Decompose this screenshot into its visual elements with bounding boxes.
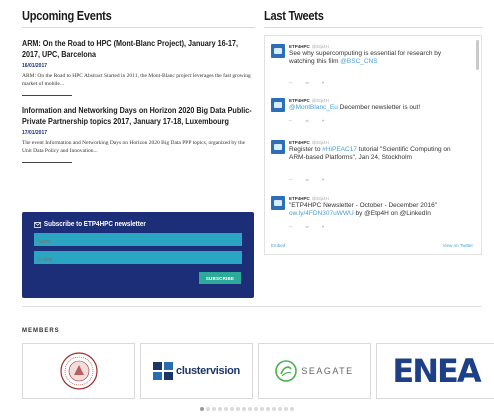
tweet-item[interactable]: ETP4HPC @Etp4H "ETP4HPC Newsletter - Octo… <box>271 196 467 242</box>
seagate-swirl-icon <box>275 360 298 382</box>
carousel-dot[interactable] <box>260 407 264 411</box>
event-title[interactable]: ARM: On the Road to HPC (Mont-Blanc Proj… <box>22 38 254 60</box>
carousel-pagination[interactable] <box>200 407 294 411</box>
email-field[interactable] <box>34 251 242 264</box>
carousel-dot[interactable] <box>254 407 258 411</box>
view-on-twitter-link[interactable]: View on Twitter <box>443 243 473 248</box>
last-tweets-section: Last Tweets ETP4HPC @Etp4H See why superc… <box>264 8 483 255</box>
tweet-link[interactable]: ow.ly/4FDN307uWWU <box>289 210 354 217</box>
event-title[interactable]: Information and Networking Days on Horiz… <box>22 105 254 127</box>
event-description: ARM: On the Road to HPC Abstract Started… <box>22 73 251 87</box>
avatar[interactable] <box>271 44 285 58</box>
carousel-dot[interactable] <box>206 407 210 411</box>
carousel-dot[interactable] <box>290 407 294 411</box>
carousel-dot[interactable] <box>212 407 216 411</box>
carousel-dot[interactable] <box>278 407 282 411</box>
carousel-dot[interactable] <box>284 407 288 411</box>
enea-wordmark: ENEA <box>392 352 481 390</box>
tweet-actions[interactable]: ↩ ⇄ ♥ <box>289 80 330 85</box>
university-seal-icon <box>59 352 98 390</box>
newsletter-heading: Subscribe to ETP4HPC newsletter <box>34 221 221 228</box>
tweet-link[interactable]: #HiPEAC17 <box>322 146 357 153</box>
avatar[interactable] <box>271 98 285 112</box>
carousel-dot[interactable] <box>242 407 246 411</box>
tweet-actions[interactable]: ↩ ⇄ ♥ <box>289 118 330 123</box>
event-divider <box>22 162 72 163</box>
avatar[interactable] <box>271 196 285 210</box>
carousel-dot[interactable] <box>218 407 222 411</box>
event-date: 16/01/2017 <box>22 63 48 69</box>
avatar[interactable] <box>271 140 285 154</box>
carousel-dot[interactable] <box>224 407 228 411</box>
envelope-icon <box>34 221 42 228</box>
timeline-scrollbar[interactable] <box>476 40 479 70</box>
subscribe-button[interactable]: SUBSCRIBE <box>199 272 241 284</box>
event-divider <box>22 95 72 96</box>
tweet-actions[interactable]: ↩ ⇄ ♥ <box>289 177 330 182</box>
member-logo-enea[interactable]: ENEA <box>376 343 494 399</box>
clustervision-wordmark: clustervision <box>176 365 240 377</box>
carousel-dot[interactable] <box>272 407 276 411</box>
event-item[interactable]: ARM: On the Road to HPC (Mont-Blanc Proj… <box>22 38 254 96</box>
member-logo-clustervision[interactable]: clustervision <box>140 343 253 399</box>
tweet-text: Register to #HiPEAC17 tutorial "Scientif… <box>289 146 451 161</box>
carousel-dot[interactable] <box>200 407 204 411</box>
tweet-text: "ETP4HPC Newsletter - October - December… <box>289 202 438 217</box>
event-item[interactable]: Information and Networking Days on Horiz… <box>22 105 254 163</box>
carousel-dot[interactable] <box>266 407 270 411</box>
member-logo-university[interactable] <box>22 343 135 399</box>
newsletter-form: Subscribe to ETP4HPC newsletter SUBSCRIB… <box>22 212 254 298</box>
members-title: MEMBERS <box>22 328 60 334</box>
carousel-dot[interactable] <box>236 407 240 411</box>
tweet-link[interactable]: @BSC_CNS <box>340 58 377 65</box>
tweet-author[interactable]: ETP4HPC @Etp4H <box>289 140 329 145</box>
tweet-actions[interactable]: ↩ ⇄ ♥ <box>289 224 330 229</box>
members-divider <box>22 306 482 307</box>
tweet-text: @MontBlanc_Eu December newsletter is out… <box>289 104 421 111</box>
tweet-text: See why supercomputing is essential for … <box>289 50 442 65</box>
members-carousel[interactable]: clustervision SEAGATE ENEA <box>22 343 494 399</box>
member-logo-seagate[interactable]: SEAGATE <box>258 343 371 399</box>
tweet-author[interactable]: ETP4HPC @Etp4H <box>289 44 329 49</box>
tweet-item[interactable]: ETP4HPC @Etp4H See why supercomputing is … <box>271 44 467 90</box>
tweet-item[interactable]: ETP4HPC @Etp4H Register to #HiPEAC17 tuto… <box>271 140 467 190</box>
twitter-timeline[interactable]: ETP4HPC @Etp4H See why supercomputing is … <box>264 35 482 255</box>
last-tweets-title: Last Tweets <box>264 8 483 28</box>
tweet-author[interactable]: ETP4HPC @Etp4H <box>289 98 329 103</box>
carousel-dot[interactable] <box>248 407 252 411</box>
event-description: The event Information and Networking Day… <box>22 140 246 154</box>
clustervision-mark-icon <box>153 362 173 380</box>
name-field[interactable] <box>34 233 242 246</box>
upcoming-events-section: Upcoming Events ARM: On the Road to HPC … <box>22 8 255 298</box>
event-date: 17/01/2017 <box>22 130 48 136</box>
tweet-link[interactable]: @MontBlanc_Eu <box>289 104 338 111</box>
tweet-author[interactable]: ETP4HPC @Etp4H <box>289 196 329 201</box>
seagate-wordmark: SEAGATE <box>301 366 354 376</box>
tweet-item[interactable]: ETP4HPC @Etp4H @MontBlanc_Eu December new… <box>271 98 467 134</box>
upcoming-events-title: Upcoming Events <box>22 8 255 28</box>
embed-link[interactable]: Embed <box>271 243 285 248</box>
carousel-dot[interactable] <box>230 407 234 411</box>
newsletter-title: Subscribe to ETP4HPC newsletter <box>43 221 146 228</box>
